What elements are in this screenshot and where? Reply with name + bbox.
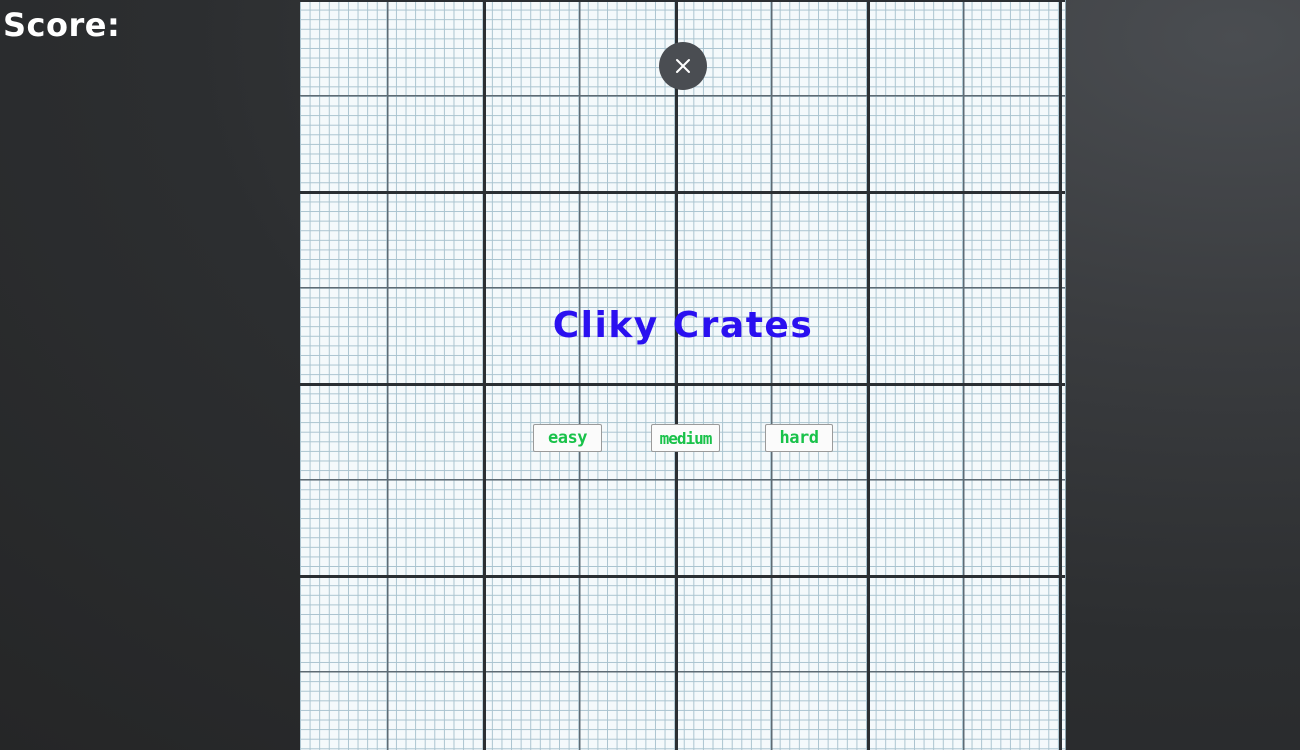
game-title: Cliky Crates [552,305,814,346]
easy-button[interactable]: easy [533,424,602,452]
hard-button[interactable]: hard [765,424,833,452]
close-icon [676,59,690,73]
medium-button[interactable]: medium [651,424,720,452]
game-board-grid [300,0,1066,750]
score-label: Score: [3,6,121,44]
close-button[interactable] [659,42,707,90]
